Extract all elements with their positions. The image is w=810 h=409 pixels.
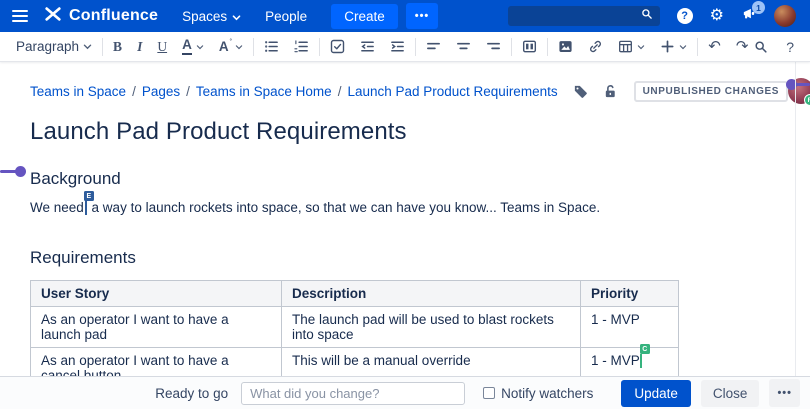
redo-icon[interactable]: ↷	[736, 39, 749, 54]
collab-cursor-c: C	[639, 344, 650, 368]
column-header[interactable]: Description	[281, 280, 581, 307]
notify-watchers-label: Notify watchers	[501, 385, 594, 401]
editor-toolbar: Paragraph B I U A A ˚ ↶ ↷ ?	[0, 32, 810, 62]
save-status-text: Ready to go	[155, 385, 229, 401]
bold-button[interactable]: B	[113, 39, 122, 55]
settings-button[interactable]: ⚙	[710, 8, 724, 24]
breadcrumb-link[interactable]: Launch Pad Product Requirements	[347, 84, 557, 99]
notifications-button[interactable]: 1	[741, 1, 765, 26]
global-search[interactable]	[507, 6, 660, 26]
change-comment-input[interactable]	[241, 381, 466, 405]
task-list-icon[interactable]	[330, 39, 345, 54]
confluence-editor-window: Confluence Spaces People Create ••• ? ⚙ …	[0, 0, 810, 409]
chevron-down-icon	[232, 9, 241, 24]
help-icon: ?	[676, 8, 693, 24]
text-color-button[interactable]: A	[182, 37, 204, 55]
background-heading[interactable]: Background	[30, 169, 780, 189]
column-header[interactable]: Priority	[580, 280, 679, 307]
confluence-logo[interactable]: Confluence	[44, 5, 158, 28]
hamburger-menu-icon[interactable]	[12, 10, 28, 22]
unpublished-changes-badge: UNPUBLISHED CHANGES	[633, 80, 789, 102]
notify-watchers-option[interactable]: Notify watchers	[483, 386, 593, 401]
telepointer-dot-left	[15, 166, 26, 177]
insert-more-icon[interactable]	[660, 39, 687, 54]
align-center-icon[interactable]	[456, 39, 471, 54]
table-header-row: User Story Description Priority	[30, 280, 679, 307]
insert-image-icon[interactable]	[558, 39, 573, 54]
align-left-icon[interactable]	[426, 39, 441, 54]
profile-avatar[interactable]	[774, 5, 796, 27]
outdent-icon[interactable]	[360, 39, 375, 54]
confluence-logo-icon	[44, 5, 62, 28]
labels-tag-icon[interactable]	[573, 84, 588, 99]
global-search-input[interactable]	[514, 9, 641, 23]
nav-spaces[interactable]: Spaces	[182, 9, 241, 24]
numbered-list-icon[interactable]	[294, 39, 309, 54]
find-icon[interactable]	[754, 40, 768, 54]
breadcrumb-link[interactable]: Pages	[142, 84, 180, 99]
top-navbar: Confluence Spaces People Create ••• ? ⚙ …	[0, 0, 810, 32]
page-editor-content[interactable]: Teams in Space / Pages / Teams in Space …	[0, 77, 810, 409]
undo-icon[interactable]: ↶	[708, 39, 721, 54]
create-button[interactable]: Create	[331, 3, 398, 29]
text-style-dropdown[interactable]: Paragraph	[16, 39, 92, 54]
breadcrumb-link[interactable]: Teams in Space Home	[196, 84, 332, 99]
page-meta-row: Teams in Space / Pages / Teams in Space …	[30, 77, 810, 106]
nav-people[interactable]: People	[265, 9, 307, 24]
indent-icon[interactable]	[390, 39, 405, 54]
background-paragraph[interactable]: We need E a way to launch rockets into sp…	[30, 191, 780, 217]
unlock-icon[interactable]	[603, 84, 618, 99]
more-formatting-button[interactable]: A ˚	[219, 38, 243, 54]
search-icon	[641, 7, 653, 25]
column-header[interactable]: User Story	[30, 280, 282, 307]
notify-watchers-checkbox[interactable]	[483, 387, 496, 399]
notification-badge: 1	[752, 1, 765, 14]
update-button[interactable]: Update	[621, 379, 691, 407]
collaborator-initial-badge: R	[804, 94, 810, 106]
breadcrumb-link[interactable]: Teams in Space	[30, 84, 126, 99]
bullet-list-icon[interactable]	[264, 39, 279, 54]
nav-more-button[interactable]: •••	[405, 3, 439, 29]
brand-name: Confluence	[69, 7, 159, 24]
insert-table-icon[interactable]	[618, 39, 645, 54]
requirements-heading[interactable]: Requirements	[30, 248, 780, 268]
table-row[interactable]: As an operator I want to have a launch p…	[30, 306, 679, 348]
align-right-icon[interactable]	[486, 39, 501, 54]
footer-more-button[interactable]: •••	[769, 379, 800, 407]
collab-cursor-e: E	[83, 191, 94, 215]
editor-footer: Ready to go Notify watchers Update Close…	[0, 376, 810, 409]
help-button[interactable]: ?	[676, 8, 693, 24]
gear-icon: ⚙	[709, 7, 724, 24]
italic-button[interactable]: I	[137, 39, 142, 55]
editor-help-button[interactable]: ?	[786, 39, 794, 55]
content-edge-divider	[795, 62, 796, 376]
insert-link-icon[interactable]	[588, 39, 603, 54]
page-title[interactable]: Launch Pad Product Requirements	[30, 118, 780, 146]
close-button[interactable]: Close	[700, 379, 760, 407]
page-layout-icon[interactable]	[522, 39, 537, 54]
underline-button[interactable]: U	[157, 39, 167, 55]
